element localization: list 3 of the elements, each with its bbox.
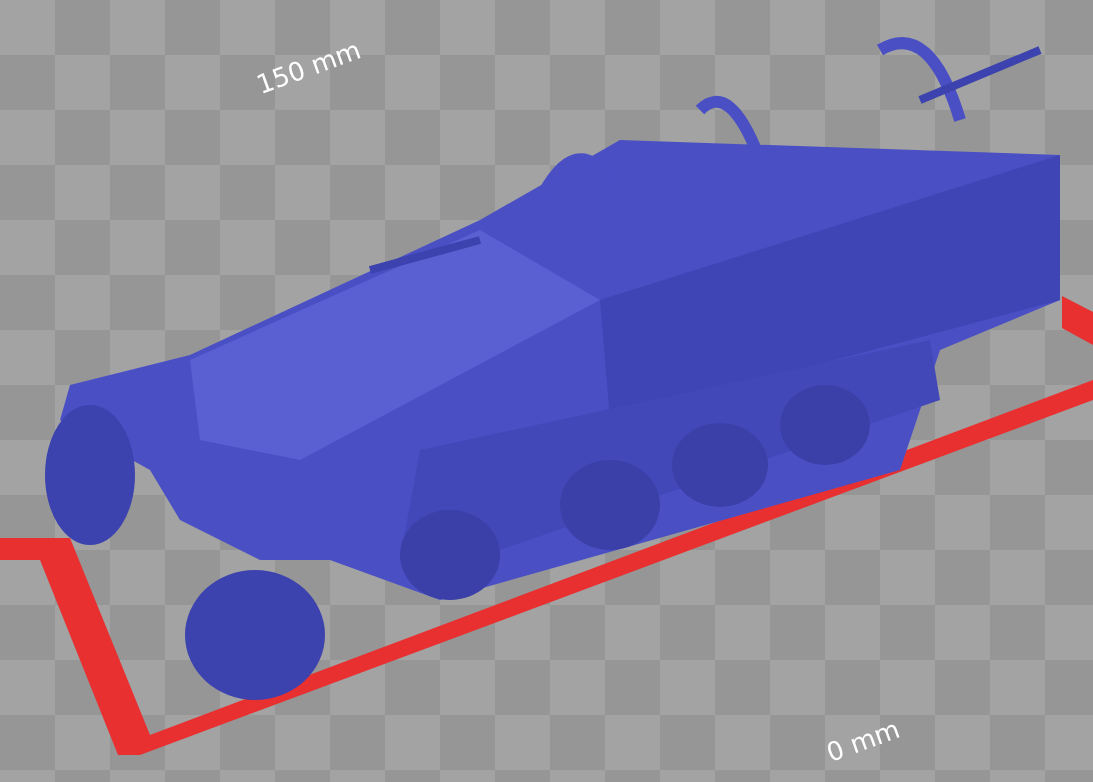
plate-border-corner (1062, 296, 1093, 345)
axis-label: 0 mm (823, 715, 903, 766)
axis-label: 150 mm (253, 36, 364, 98)
